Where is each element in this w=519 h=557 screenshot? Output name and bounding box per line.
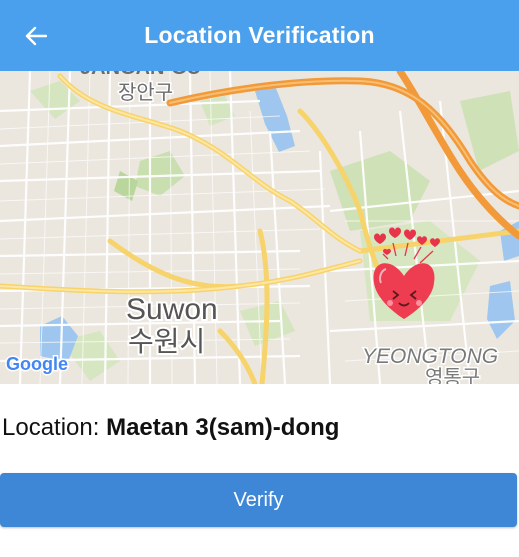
verify-button[interactable]: Verify	[0, 473, 517, 527]
map-canvas: JANGAN-GU 장안구 Suwon 수원시 YEONGTONG 영통구 Go…	[0, 71, 519, 384]
map-label-suwon-ko: 수원시	[128, 326, 205, 357]
location-value: Maetan 3(sam)-dong	[106, 414, 340, 441]
location-label: Location:	[2, 414, 100, 441]
location-row: Location: Maetan 3(sam)-dong	[2, 414, 339, 442]
map-label-yeongtong-en: YEONGTONG	[362, 345, 498, 368]
map-view[interactable]: JANGAN-GU 장안구 Suwon 수원시 YEONGTONG 영통구 Go…	[0, 71, 519, 384]
google-logo: Google	[6, 354, 68, 374]
app-bar: Location Verification	[0, 0, 519, 71]
map-label-jangan-ko: 장안구	[118, 81, 173, 104]
map-label-yeongtong-ko: 영통구	[425, 366, 480, 384]
map-label-jangan-en: JANGAN-GU	[80, 71, 201, 79]
map-label-suwon-en: Suwon	[126, 293, 218, 326]
page-title: Location Verification	[144, 22, 375, 48]
